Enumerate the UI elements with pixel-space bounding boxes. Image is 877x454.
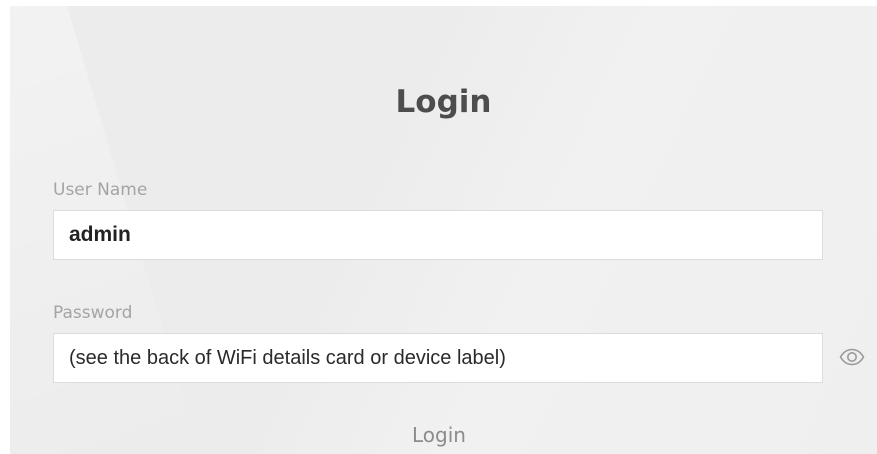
show-password-toggle[interactable] xyxy=(838,346,866,368)
username-input[interactable] xyxy=(53,210,823,260)
login-panel: Login User Name Password Login xyxy=(10,6,877,454)
page-title: Login xyxy=(395,84,492,120)
login-button[interactable]: Login xyxy=(394,416,484,454)
eye-icon xyxy=(839,348,865,366)
password-input[interactable] xyxy=(53,333,823,383)
username-label: User Name xyxy=(53,180,148,200)
password-label: Password xyxy=(53,303,133,323)
